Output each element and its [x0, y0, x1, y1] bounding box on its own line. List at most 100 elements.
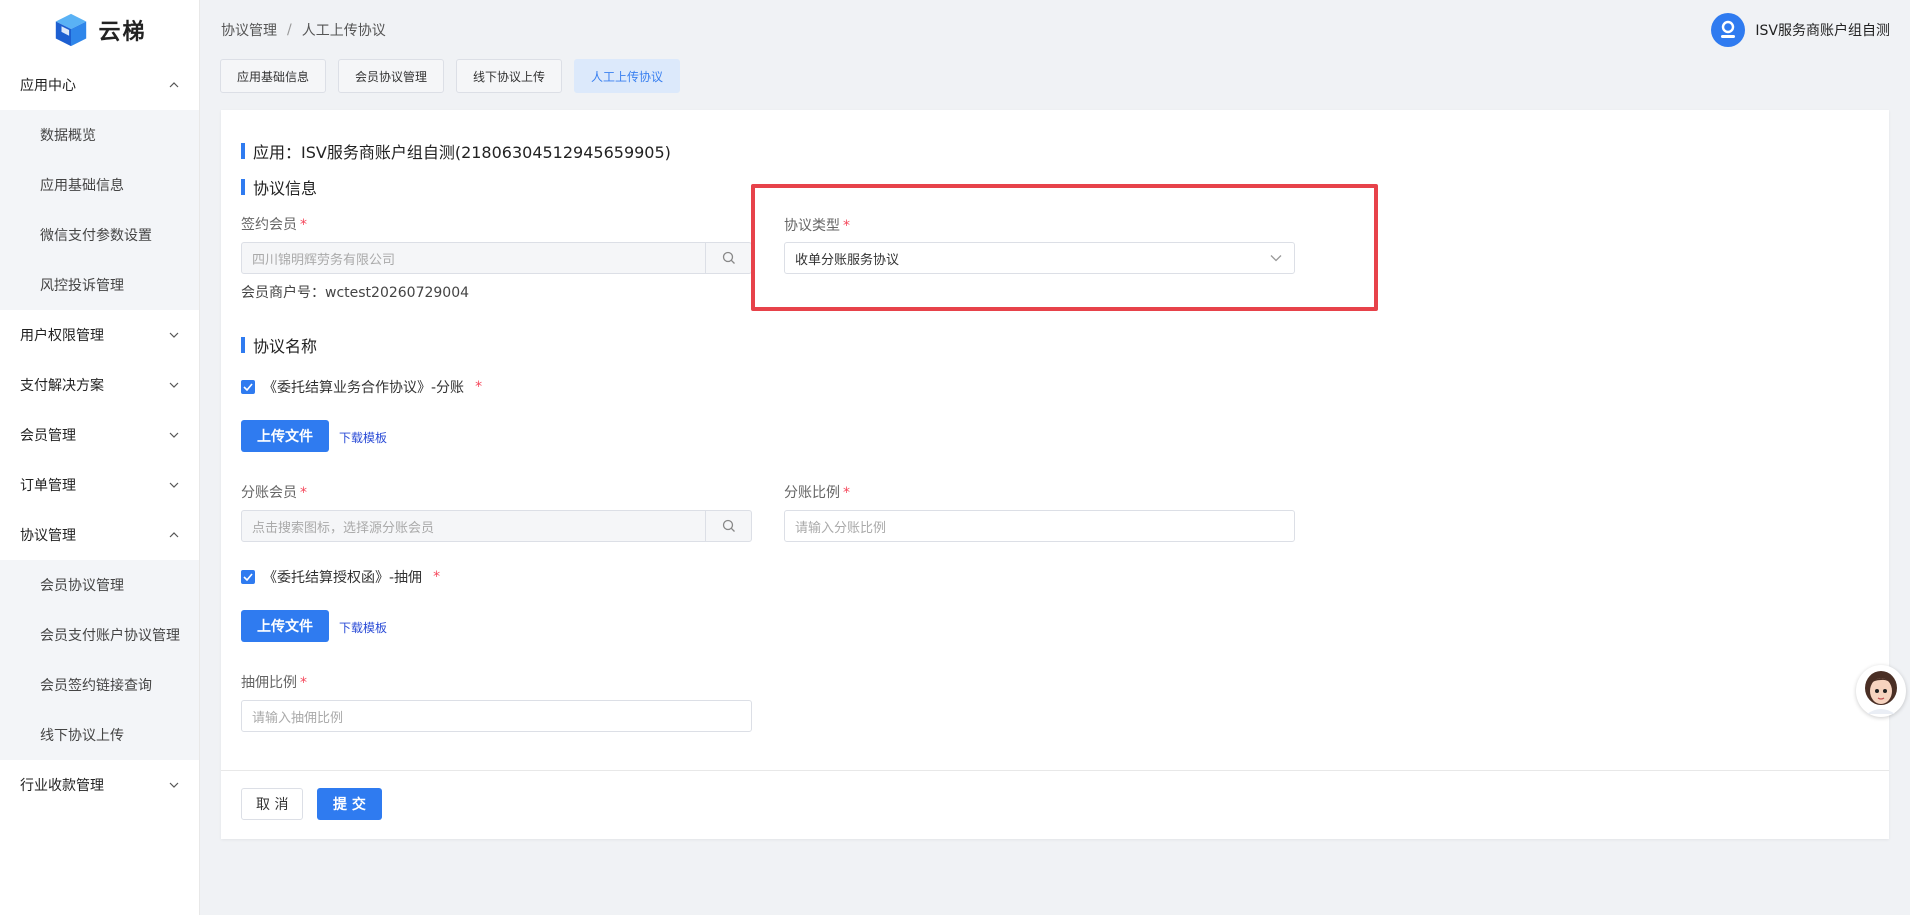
sidebar-group-label: 行业收款管理: [20, 778, 104, 794]
signing-member-label: 签约会员 *: [241, 214, 307, 234]
sidebar-menu: 应用中心数据概览 应用基础信息 微信支付参数设置 风控投诉管理用户权限管理支付解决方案…: [0, 60, 199, 810]
required-mark: *: [475, 379, 483, 395]
assistant-avatar[interactable]: [1856, 665, 1906, 717]
sidebar-item[interactable]: 微信支付参数设置: [0, 210, 199, 260]
tab-member-agreement-management[interactable]: 会员协议管理: [338, 59, 445, 93]
commission-ratio-label-text: 抽佣比例: [241, 675, 297, 691]
download-template-link-2[interactable]: 下载模板: [339, 619, 387, 636]
highlight-box: [751, 184, 1378, 311]
user-name: ISV服务商账户组自测: [1755, 23, 1890, 39]
sidebar-group-title[interactable]: 支付解决方案: [0, 360, 199, 410]
menu-group: 会员管理: [0, 410, 199, 460]
chevron-down-icon: [169, 482, 179, 488]
search-icon: [722, 251, 735, 264]
app-title-text: 应用：ISV服务商账户组自测(21806304512945659905): [253, 143, 671, 162]
sidebar-group-title[interactable]: 订单管理: [0, 460, 199, 510]
footer-divider: [221, 770, 1889, 771]
chevron-down-icon: [169, 382, 179, 388]
required-mark: *: [300, 217, 307, 233]
sidebar-group-label: 应用中心: [20, 78, 76, 94]
sidebar-group-title[interactable]: 应用中心: [0, 60, 199, 110]
sidebar-group-label: 会员管理: [20, 428, 76, 444]
sidebar-group-label: 协议管理: [20, 528, 76, 544]
sidebar-item[interactable]: 会员签约链接查询: [0, 660, 199, 710]
cube-logo-icon: [56, 13, 87, 47]
split-member-placeholder: 点击搜索图标，选择源分账会员: [252, 520, 435, 536]
sidebar-item[interactable]: 风控投诉管理: [0, 260, 199, 310]
chevron-down-icon: [169, 332, 179, 338]
signing-member-input[interactable]: 四川锦明辉劳务有限公司: [241, 242, 752, 274]
app-title: 应用：ISV服务商账户组自测(21806304512945659905): [241, 139, 671, 163]
logo[interactable]: 云梯: [0, 0, 199, 60]
section-agreement-name: 协议名称: [241, 333, 317, 357]
sidebar-item[interactable]: 数据概览: [0, 110, 199, 160]
chevron-down-icon: [169, 432, 179, 438]
sidebar-group-title[interactable]: 用户权限管理: [0, 310, 199, 360]
sidebar-group-label: 订单管理: [20, 478, 76, 494]
tab-offline-agreement-upload[interactable]: 线下协议上传: [456, 59, 563, 93]
split-ratio-input[interactable]: 请输入分账比例: [784, 510, 1295, 542]
breadcrumb-item-agreement-management[interactable]: 协议管理: [221, 20, 277, 40]
menu-group: 应用中心数据概览 应用基础信息 微信支付参数设置 风控投诉管理: [0, 60, 199, 310]
section-agreement-info: 协议信息: [241, 175, 317, 199]
submit-button[interactable]: 提 交: [317, 788, 382, 820]
header: 协议管理 / 人工上传协议 ISV服务商账户组自测: [200, 0, 1910, 60]
agreement2-checkbox[interactable]: [241, 570, 255, 584]
menu-group: 订单管理: [0, 460, 199, 510]
agreement2-checkbox-row[interactable]: 《委托结算授权函》-抽佣 *: [241, 567, 440, 587]
agreement1-label: 《委托结算业务合作协议》-分账: [263, 380, 465, 396]
user-menu[interactable]: ISV服务商账户组自测: [1711, 13, 1890, 47]
required-mark: *: [300, 675, 307, 691]
sidebar-group-title[interactable]: 协议管理: [0, 510, 199, 560]
breadcrumb: 协议管理 / 人工上传协议: [221, 20, 386, 40]
tab-app-basic-info[interactable]: 应用基础信息: [220, 59, 327, 93]
menu-group: 支付解决方案: [0, 360, 199, 410]
sidebar-item[interactable]: 线下协议上传: [0, 710, 199, 760]
sidebar-item[interactable]: 应用基础信息: [0, 160, 199, 210]
menu-group: 行业收款管理: [0, 760, 199, 810]
check-icon: [243, 383, 253, 391]
check-icon: [243, 573, 253, 581]
download-template-link-1[interactable]: 下载模板: [339, 429, 387, 446]
menu-group: 用户权限管理: [0, 310, 199, 360]
tab-manual-upload-agreement[interactable]: 人工上传协议: [574, 59, 681, 93]
required-mark: *: [300, 485, 307, 501]
agreement1-checkbox-row[interactable]: 《委托结算业务合作协议》-分账 *: [241, 377, 482, 397]
split-member-search-button[interactable]: [705, 511, 751, 541]
search-icon: [722, 519, 735, 532]
section-agreement-name-text: 协议名称: [253, 337, 318, 356]
section-agreement-info-text: 协议信息: [253, 179, 318, 198]
logo-text: 云梯: [98, 19, 147, 45]
submenu: 会员协议管理 会员支付账户协议管理 会员签约链接查询 线下协议上传: [0, 560, 199, 760]
assistant-girl-icon: [1865, 671, 1897, 714]
chevron-up-icon: [169, 82, 179, 88]
split-member-label: 分账会员 *: [241, 482, 307, 502]
sidebar-item[interactable]: 会员支付账户协议管理: [0, 610, 199, 660]
upload-file-button-1[interactable]: 上传文件: [241, 420, 329, 452]
cancel-button[interactable]: 取 消: [241, 788, 304, 820]
split-ratio-label: 分账比例 *: [784, 482, 850, 502]
menu-group: 协议管理会员协议管理 会员支付账户协议管理 会员签约链接查询 线下协议上传: [0, 510, 199, 760]
breadcrumb-item-manual-upload: 人工上传协议: [301, 23, 386, 39]
signing-member-search-button[interactable]: [705, 243, 751, 273]
signing-member-label-text: 签约会员: [241, 217, 297, 233]
avatar[interactable]: [1711, 13, 1746, 47]
tab-bar: 应用基础信息 会员协议管理 线下协议上传 人工上传协议: [220, 59, 681, 93]
sidebar-group-title[interactable]: 会员管理: [0, 410, 199, 460]
sidebar: 云梯 应用中心数据概览 应用基础信息 微信支付参数设置 风控投诉管理用户权限管理支付解…: [0, 0, 200, 915]
commission-ratio-input[interactable]: 请输入抽佣比例: [241, 700, 752, 732]
sidebar-item[interactable]: 会员协议管理: [0, 560, 199, 610]
sidebar-group-title[interactable]: 行业收款管理: [0, 760, 199, 810]
agreement2-label: 《委托结算授权函》-抽佣: [263, 570, 423, 586]
user-icon: [1721, 20, 1736, 38]
sidebar-group-label: 用户权限管理: [20, 328, 104, 344]
chevron-down-icon: [169, 782, 179, 788]
breadcrumb-separator: /: [287, 22, 292, 38]
upload-file-button-2[interactable]: 上传文件: [241, 610, 329, 642]
required-mark: *: [843, 485, 850, 501]
chevron-up-icon: [169, 532, 179, 538]
agreement1-checkbox[interactable]: [241, 380, 255, 394]
split-member-input[interactable]: 点击搜索图标，选择源分账会员: [241, 510, 752, 542]
merchant-number: 会员商户号：wctest20260729004: [241, 285, 470, 301]
commission-ratio-label: 抽佣比例 *: [241, 672, 307, 692]
